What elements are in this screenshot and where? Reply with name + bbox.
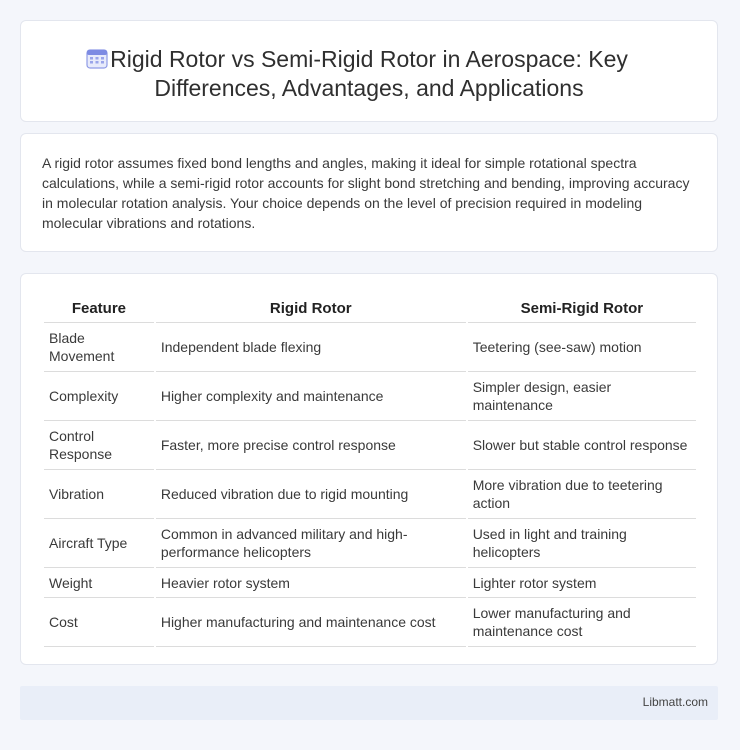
cell-semi-rigid: Simpler design, easier maintenance	[467, 372, 696, 421]
cell-rigid: Reduced vibration due to rigid mounting	[155, 470, 466, 519]
cell-feature: Cost	[44, 598, 154, 647]
cell-rigid: Common in advanced military and high-per…	[155, 519, 466, 568]
cell-rigid: Higher complexity and maintenance	[155, 372, 466, 421]
cell-semi-rigid: Slower but stable control response	[467, 421, 696, 470]
header-rigid-rotor: Rigid Rotor	[155, 294, 466, 323]
cell-feature: Aircraft Type	[44, 519, 154, 568]
page-title: Rigid Rotor vs Semi-Rigid Rotor in Aeros…	[110, 46, 628, 101]
header-feature: Feature	[44, 294, 154, 323]
cell-feature: Vibration	[44, 470, 154, 519]
table-row: Vibration Reduced vibration due to rigid…	[44, 470, 696, 519]
cell-feature: Control Response	[44, 421, 154, 470]
cell-rigid: Higher manufacturing and maintenance cos…	[155, 598, 466, 647]
cell-semi-rigid: Used in light and training helicopters	[467, 519, 696, 568]
cell-semi-rigid: Teetering (see-saw) motion	[467, 323, 696, 372]
table-row: Blade Movement Independent blade flexing…	[44, 323, 696, 372]
cell-feature: Blade Movement	[44, 323, 154, 372]
table-row: Complexity Higher complexity and mainten…	[44, 372, 696, 421]
title-card: Rigid Rotor vs Semi-Rigid Rotor in Aeros…	[20, 20, 718, 122]
cell-semi-rigid: Lower manufacturing and maintenance cost	[467, 598, 696, 647]
cell-feature: Weight	[44, 568, 154, 598]
intro-paragraph: A rigid rotor assumes fixed bond lengths…	[42, 155, 690, 231]
table-row: Aircraft Type Common in advanced militar…	[44, 519, 696, 568]
comparison-table-card: Feature Rigid Rotor Semi-Rigid Rotor Bla…	[20, 273, 718, 665]
cell-rigid: Heavier rotor system	[155, 568, 466, 598]
table-row: Weight Heavier rotor system Lighter roto…	[44, 568, 696, 598]
table-header-row: Feature Rigid Rotor Semi-Rigid Rotor	[44, 294, 696, 323]
table-row: Cost Higher manufacturing and maintenanc…	[44, 598, 696, 647]
cell-semi-rigid: More vibration due to teetering action	[467, 470, 696, 519]
footer-bar: Libmatt.com	[20, 686, 718, 720]
cell-rigid: Faster, more precise control response	[155, 421, 466, 470]
cell-semi-rigid: Lighter rotor system	[467, 568, 696, 598]
comparison-table: Feature Rigid Rotor Semi-Rigid Rotor Bla…	[42, 294, 698, 647]
cell-feature: Complexity	[44, 372, 154, 421]
table-row: Control Response Faster, more precise co…	[44, 421, 696, 470]
header-semi-rigid-rotor: Semi-Rigid Rotor	[467, 294, 696, 323]
cell-rigid: Independent blade flexing	[155, 323, 466, 372]
intro-card: A rigid rotor assumes fixed bond lengths…	[20, 133, 718, 252]
footer-brand[interactable]: Libmatt.com	[643, 695, 708, 709]
